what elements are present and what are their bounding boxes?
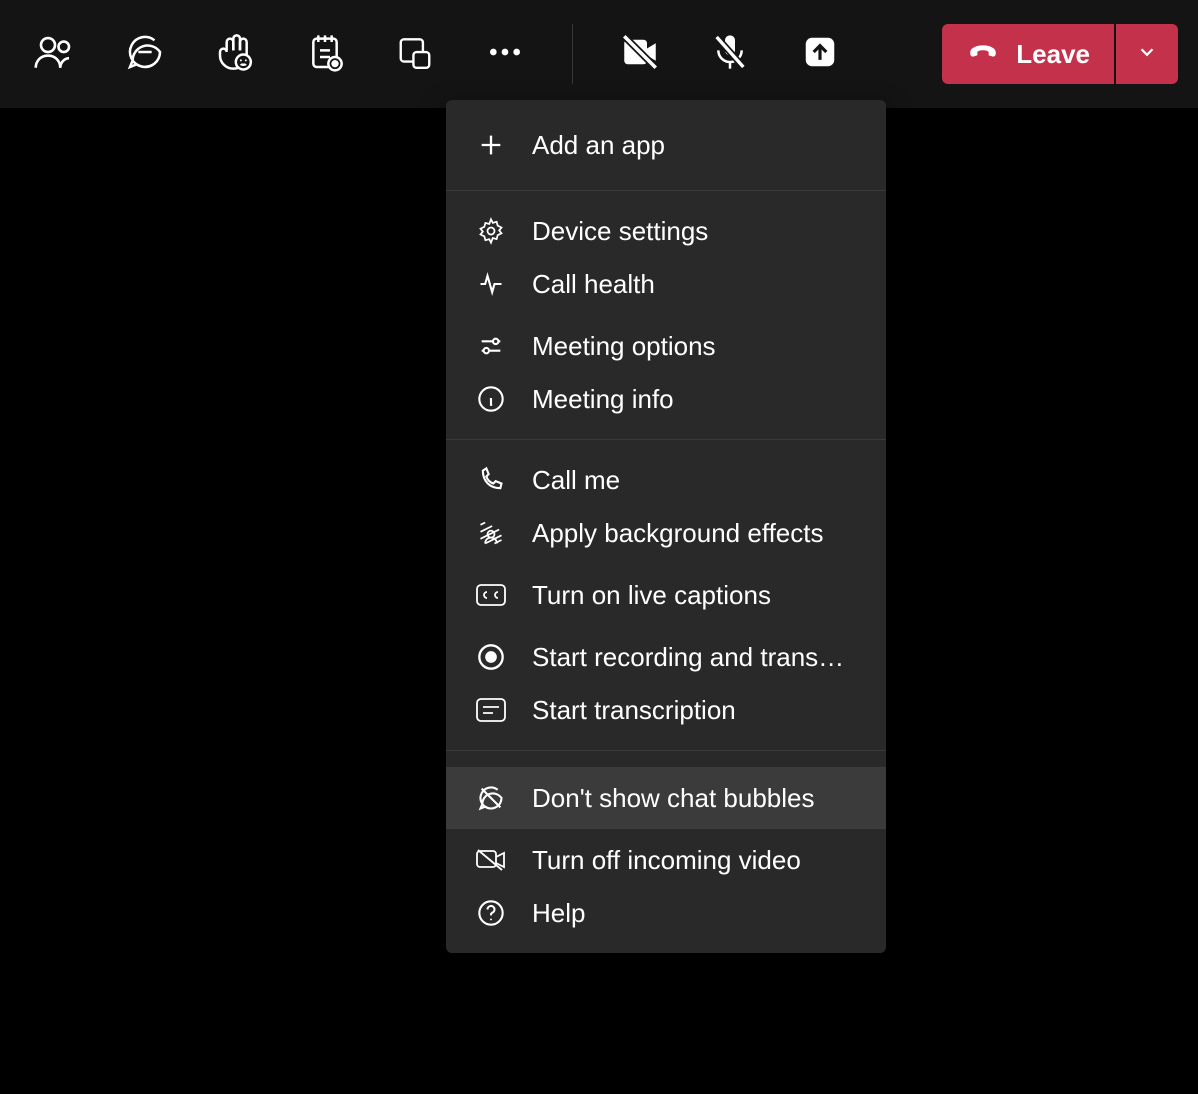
more-icon [485,32,525,77]
menu-item-live-captions[interactable]: Turn on live captions [446,564,886,626]
menu-label: Call me [532,465,856,496]
video-off-icon [476,845,506,875]
toolbar-separator [572,24,573,84]
menu-label: Don't show chat bubbles [532,783,856,814]
menu-label: Device settings [532,216,856,247]
hangup-icon [966,34,1000,75]
leave-dropdown-button[interactable] [1116,24,1178,84]
people-icon [34,31,76,78]
menu-label: Start transcription [532,695,856,726]
plus-icon [476,130,506,160]
share-icon [801,33,839,76]
leave-label: Leave [1016,39,1090,70]
menu-label: Apply background effects [532,518,856,549]
mic-off-icon [710,32,750,77]
rooms-icon [396,33,434,76]
menu-item-start-recording[interactable]: Start recording and transc… [446,626,886,688]
camera-button[interactable] [595,9,685,99]
menu-item-device-settings[interactable]: Device settings [446,191,886,253]
camera-off-icon [619,31,661,78]
menu-label: Add an app [532,130,856,161]
chat-icon [125,32,165,77]
sliders-icon [476,331,506,361]
menu-label: Call health [532,269,856,300]
leave-button[interactable]: Leave [942,24,1114,84]
help-icon [476,898,506,928]
more-actions-button[interactable] [460,9,550,99]
notes-icon [305,32,345,77]
menu-item-call-me[interactable]: Call me [446,440,886,502]
menu-label: Help [532,898,856,929]
activity-icon [476,269,506,299]
menu-item-background-effects[interactable]: Apply background effects [446,502,886,564]
menu-item-meeting-info[interactable]: Meeting info [446,377,886,439]
menu-label: Meeting info [532,384,856,415]
menu-item-add-app[interactable]: Add an app [446,100,886,190]
record-icon [476,642,506,672]
chevron-down-icon [1136,41,1158,68]
reactions-button[interactable] [190,9,280,99]
menu-label: Turn off incoming video [532,845,856,876]
raise-hand-icon [215,32,255,77]
leave-button-group: Leave [942,24,1178,84]
menu-item-chat-bubbles[interactable]: Don't show chat bubbles [446,767,886,829]
menu-item-meeting-options[interactable]: Meeting options [446,315,886,377]
menu-item-help[interactable]: Help [446,891,886,953]
menu-item-call-health[interactable]: Call health [446,253,886,315]
chat-button[interactable] [100,9,190,99]
notes-button[interactable] [280,9,370,99]
more-actions-menu: Add an app Device settings Call health M… [446,100,886,953]
cc-icon [476,580,506,610]
menu-label: Turn on live captions [532,580,856,611]
participants-button[interactable] [10,9,100,99]
mic-button[interactable] [685,9,775,99]
meeting-toolbar: Leave [0,0,1198,108]
chat-off-icon [476,783,506,813]
background-icon [476,518,506,548]
menu-label: Start recording and transc… [532,642,856,673]
transcription-icon [476,695,506,725]
share-button[interactable] [775,9,865,99]
phone-icon [476,465,506,495]
gear-icon [476,216,506,246]
menu-item-incoming-video[interactable]: Turn off incoming video [446,829,886,891]
info-icon [476,384,506,414]
toolbar-left-group [10,9,865,99]
menu-label: Meeting options [532,331,856,362]
menu-item-start-transcription[interactable]: Start transcription [446,688,886,750]
rooms-button[interactable] [370,9,460,99]
